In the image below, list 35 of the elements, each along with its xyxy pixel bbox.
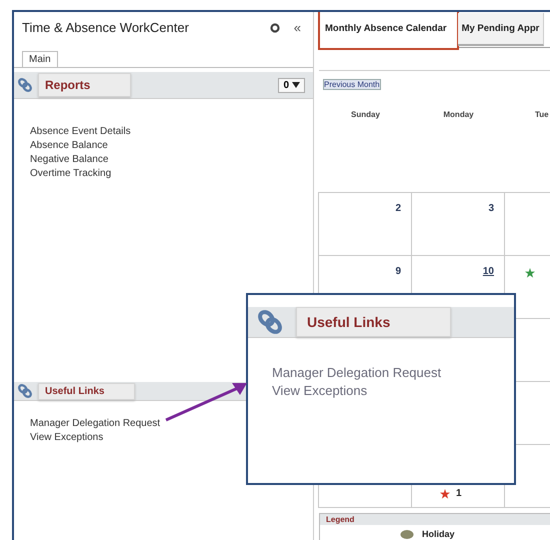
panel-title: Time & Absence WorkCenter: [22, 20, 189, 35]
link[interactable]: Manager Delegation Request: [30, 417, 160, 431]
link[interactable]: Overtime Tracking: [30, 167, 112, 181]
tab[interactable]: Monthly Absence Calendar: [319, 12, 458, 49]
section-title: Useful Links: [296, 307, 452, 337]
section-title: Reports: [38, 73, 132, 97]
legend-label: Holiday: [422, 529, 455, 539]
collapse-button[interactable]: «: [294, 20, 301, 35]
link[interactable]: Absence Balance: [30, 139, 108, 153]
link[interactable]: View Exceptions: [30, 431, 104, 445]
link[interactable]: Manager Delegation Request: [272, 364, 490, 382]
day-number[interactable]: 2: [395, 203, 401, 214]
settings-icon: [270, 22, 280, 32]
section-title: Useful Links: [38, 382, 136, 400]
chain-link-icon: [258, 310, 282, 334]
chain-link-icon: [18, 78, 32, 92]
link[interactable]: View Exceptions: [272, 382, 490, 400]
tab[interactable]: My Pending Appr: [458, 13, 544, 46]
day-number[interactable]: 10: [482, 266, 494, 277]
weekday-label: Monday: [443, 110, 474, 119]
link[interactable]: Negative Balance: [30, 153, 108, 167]
day-number[interactable]: 9: [395, 266, 401, 277]
count-label: 1: [456, 488, 462, 499]
holiday-icon: [400, 529, 414, 539]
legend-title: Legend: [320, 514, 550, 525]
options-menu-button[interactable]: 0: [278, 78, 305, 92]
weekday-label: Tue: [535, 110, 549, 119]
previous-month-link[interactable]: Previous Month: [323, 79, 381, 90]
calendar-cell[interactable]: 2: [318, 192, 412, 256]
day-number[interactable]: 3: [488, 203, 494, 214]
tab[interactable]: Main: [22, 51, 58, 67]
dropdown-caret-icon: [292, 82, 300, 88]
weekday-label: Sunday: [351, 110, 380, 119]
chain-link-icon: [18, 384, 32, 398]
link[interactable]: Absence Event Details: [30, 125, 131, 139]
